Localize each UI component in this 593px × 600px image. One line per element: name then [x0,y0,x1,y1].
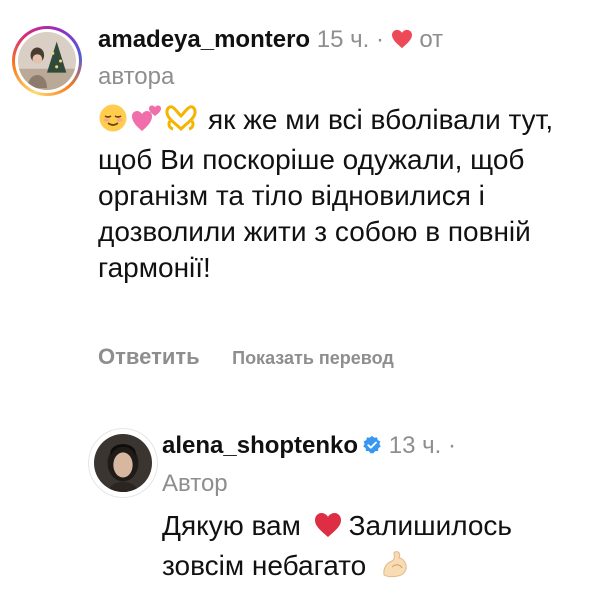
reply-separator-dot: · [447,432,456,459]
comment-amadeya: amadeya_montero 15 ч. · от автора як же … [0,0,593,390]
reply-body: Дякую вам Залишилось зовсім небагато [162,508,582,588]
avatar[interactable] [12,26,82,96]
reply-alena: alena_shoptenko 13 ч. · Автор Дякую вам … [0,400,593,600]
flexed-biceps-emoji [380,549,410,588]
reply-avatar-image [94,434,152,492]
liked-by-author-label: от [419,26,444,53]
reply-avatar[interactable] [88,428,158,498]
separator-dot: · [375,26,384,53]
comment-body: як же ми всі вболівали тут, щоб Ви поско… [98,102,578,286]
red-heart-emoji [313,511,343,548]
comment-username[interactable]: amadeya_montero [98,26,310,53]
avatar-image [18,32,76,90]
two-hearts-emoji [130,103,162,142]
author-label: Автор [162,470,228,497]
avatar-border [15,29,79,93]
relieved-face-emoji [98,103,128,142]
reply-header: alena_shoptenko 13 ч. · [162,428,456,466]
reply-time: 13 ч. [388,432,442,459]
heart-hands-emoji [164,103,198,142]
reply-button[interactable]: Ответить [98,344,200,369]
comment-header: amadeya_montero 15 ч. · от [98,22,443,60]
show-translation-button[interactable]: Показать перевод [232,348,394,368]
liked-by-author-label-2: автора [98,63,175,90]
reply-text-1: Дякую вам [162,510,301,541]
comment-actions: Ответить Показать перевод [98,344,394,370]
heart-icon [391,24,413,60]
reply-avatar-border [89,429,157,497]
comment-time: 15 ч. [316,26,370,53]
verified-badge-icon [362,430,382,466]
reply-username[interactable]: alena_shoptenko [162,432,358,459]
